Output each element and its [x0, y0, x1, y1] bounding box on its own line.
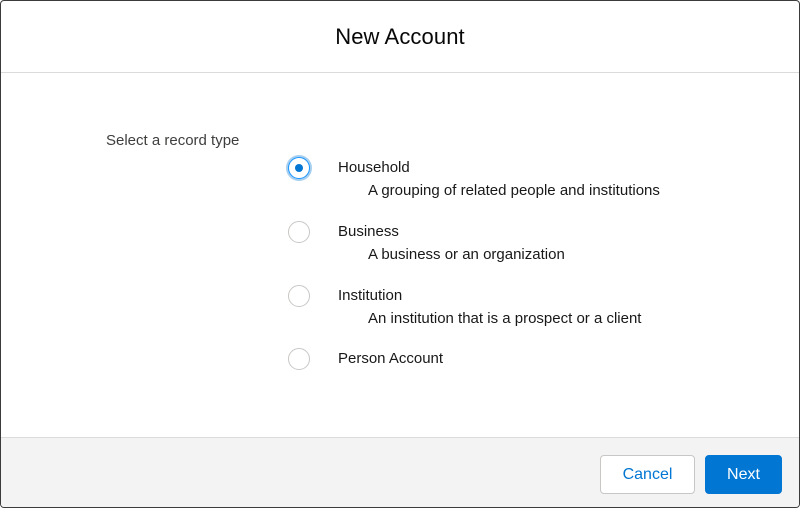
radio-institution[interactable] — [288, 285, 310, 307]
cancel-button[interactable]: Cancel — [600, 455, 695, 494]
record-type-prompt: Select a record type — [106, 132, 240, 149]
option-description: A grouping of related people and institu… — [368, 182, 660, 199]
modal-title: New Account — [335, 23, 465, 49]
option-description: A business or an organization — [368, 246, 565, 263]
option-label: Household — [338, 159, 410, 176]
record-type-option-institution[interactable]: Institution An institution that is a pro… — [288, 285, 748, 335]
modal-footer: Cancel Next — [1, 437, 799, 507]
option-label: Person Account — [338, 350, 444, 367]
next-button[interactable]: Next — [705, 455, 782, 494]
new-account-modal: New Account Select a record type Househo… — [0, 0, 800, 508]
option-label: Business — [338, 223, 399, 240]
modal-header: New Account — [1, 1, 799, 73]
radio-person-account[interactable] — [288, 348, 310, 370]
radio-household-checked[interactable] — [288, 157, 310, 179]
record-type-option-person-account[interactable]: Person Account — [288, 348, 748, 374]
record-type-option-business[interactable]: Business A business or an organization — [288, 221, 748, 271]
record-type-option-household[interactable]: Household A grouping of related people a… — [288, 157, 748, 207]
option-label: Institution — [338, 287, 403, 304]
radio-business[interactable] — [288, 221, 310, 243]
option-description: An institution that is a prospect or a c… — [368, 310, 642, 327]
